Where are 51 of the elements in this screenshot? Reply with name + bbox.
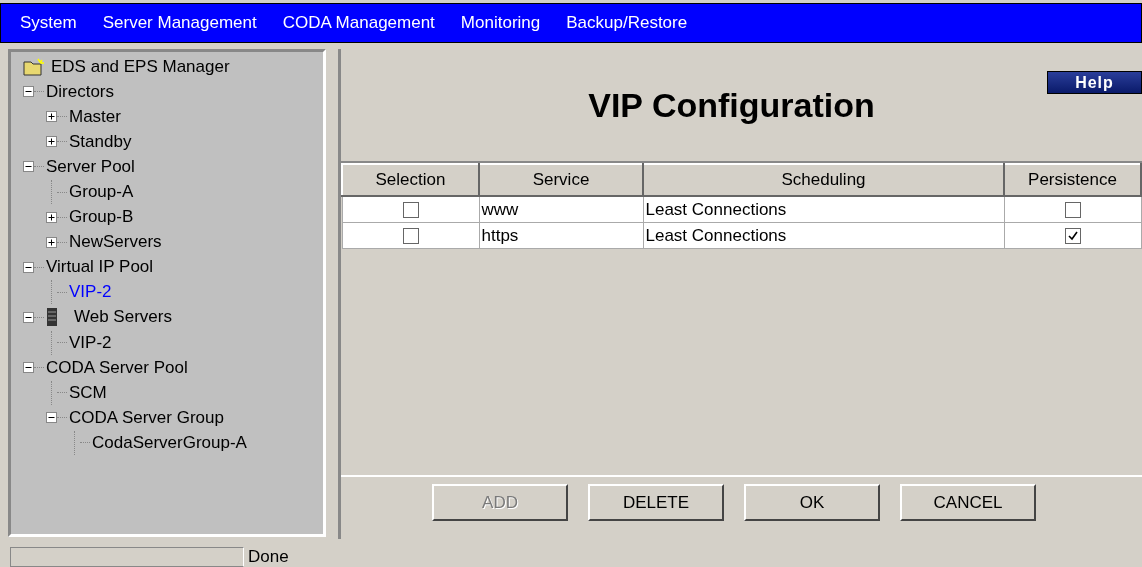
tree-item[interactable]: Group-A xyxy=(69,182,134,202)
expander-icon[interactable] xyxy=(46,136,57,148)
tree-item[interactable]: Master xyxy=(69,106,121,127)
tree-item[interactable]: Virtual IP Pool xyxy=(46,257,154,278)
table-cell: Least Connections xyxy=(645,199,787,219)
tree-item[interactable]: Server Pool xyxy=(46,156,135,177)
checkbox[interactable] xyxy=(402,202,419,218)
tree-item[interactable]: CODA Server Group xyxy=(69,407,224,428)
folder-icon xyxy=(23,57,45,76)
tree-item[interactable]: EDS and EPS Manager xyxy=(51,56,230,77)
tree-item[interactable]: Group-B xyxy=(69,207,134,228)
menu-item[interactable]: CODA Management xyxy=(282,13,435,33)
column-header[interactable]: Scheduling xyxy=(643,164,1004,196)
tree-item[interactable]: CodaServerGroup-A xyxy=(92,432,247,453)
action-button[interactable]: OK xyxy=(744,484,880,521)
column-header[interactable]: Selection xyxy=(342,164,479,196)
server-icon xyxy=(46,307,58,328)
expander-icon[interactable] xyxy=(23,86,34,98)
tree-item[interactable]: NewServers xyxy=(69,232,162,253)
table-cell: https xyxy=(481,225,519,245)
help-button[interactable]: Help xyxy=(1047,71,1142,94)
expander-icon[interactable] xyxy=(46,211,57,223)
expander-icon[interactable] xyxy=(46,111,57,123)
checkbox[interactable] xyxy=(1064,202,1081,218)
expander-icon[interactable] xyxy=(23,261,34,273)
expander-icon[interactable] xyxy=(23,161,34,173)
tree-item[interactable]: VIP-2 xyxy=(69,282,112,303)
action-button[interactable]: CANCEL xyxy=(900,484,1036,521)
tree-item[interactable]: CODA Server Pool xyxy=(46,357,188,378)
column-header[interactable]: Persistence xyxy=(1004,164,1141,196)
status-text: Done xyxy=(248,547,289,567)
expander-icon[interactable] xyxy=(23,312,34,323)
menu-item[interactable]: Server Management xyxy=(102,13,257,33)
tree-item[interactable]: Standby xyxy=(69,131,132,152)
tree-item[interactable]: Directors xyxy=(46,81,114,102)
expander-icon[interactable] xyxy=(23,362,34,374)
expander-icon[interactable] xyxy=(46,236,57,248)
table-cell: www xyxy=(481,199,519,219)
checkbox[interactable] xyxy=(1064,228,1081,244)
page-title: VIP Configuration xyxy=(588,85,875,125)
checkbox[interactable] xyxy=(402,228,419,244)
table-cell: Least Connections xyxy=(645,225,787,245)
menu-item[interactable]: System xyxy=(20,13,77,33)
action-button[interactable]: DELETE xyxy=(588,484,724,521)
column-header[interactable]: Service xyxy=(479,164,643,196)
tree-item[interactable]: VIP-2 xyxy=(69,332,112,353)
tree-item[interactable]: SCM xyxy=(69,382,107,403)
menu-item[interactable]: Monitoring xyxy=(460,13,541,33)
expander-icon[interactable] xyxy=(46,412,57,424)
menu-item[interactable]: Backup/Restore xyxy=(566,13,688,33)
tree-item[interactable]: Web Servers xyxy=(74,307,172,328)
